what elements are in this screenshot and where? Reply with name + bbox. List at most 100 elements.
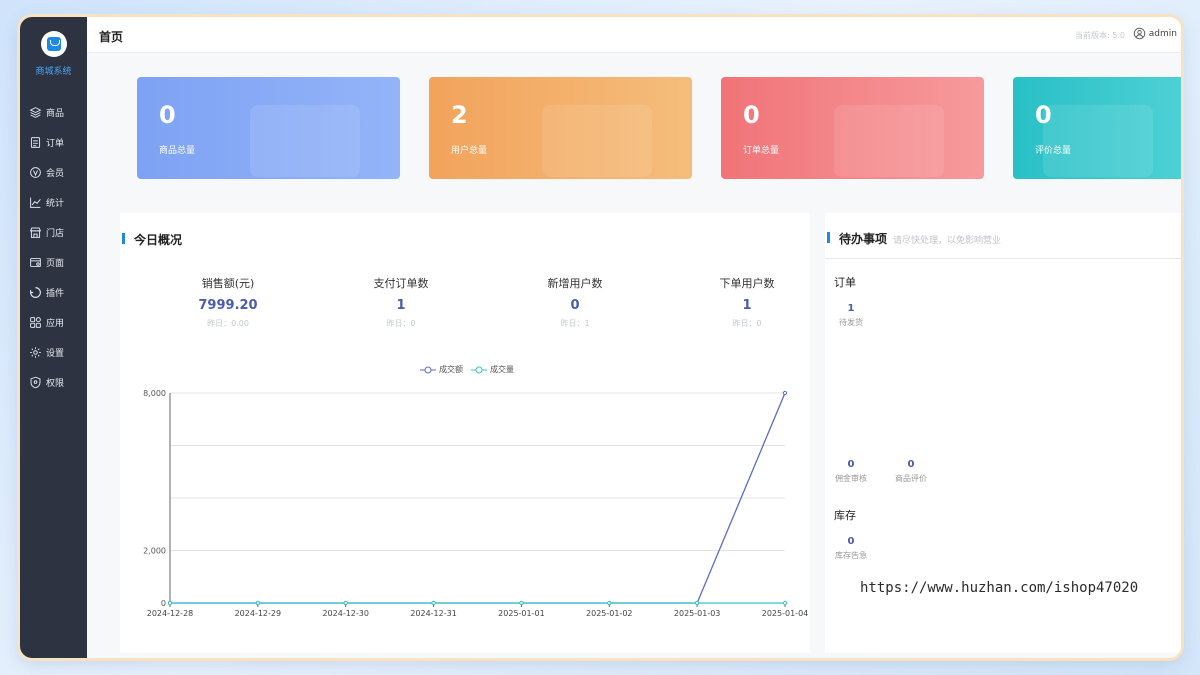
sidebar-item-label: 订单 bbox=[46, 138, 65, 149]
card-decoration bbox=[834, 105, 944, 177]
stat-yesterday: 昨日：0 bbox=[732, 319, 762, 328]
legend-item[interactable]: 成交量 bbox=[471, 364, 514, 375]
today-overview-panel: 今日概况 销售额(元) 7999.20 昨日：0.00 支付订单数 1 昨日：0… bbox=[120, 213, 810, 653]
legend-label: 成交额 bbox=[439, 365, 463, 374]
vip-icon bbox=[30, 166, 41, 178]
data-point bbox=[255, 600, 260, 606]
x-tick-label: 2025-01-01 bbox=[498, 609, 545, 618]
stat-paid-orders: 支付订单数 1 昨日：0 bbox=[321, 275, 481, 329]
topbar: 首页 当前版本: 5.0 admin bbox=[87, 17, 1181, 53]
card-decoration bbox=[1043, 105, 1153, 177]
legend-item[interactable]: 成交额 bbox=[420, 364, 463, 375]
username: admin bbox=[1148, 28, 1177, 39]
stat-value: 1 bbox=[396, 298, 406, 313]
legend-label: 成交量 bbox=[490, 365, 514, 374]
user-icon bbox=[1133, 27, 1146, 40]
stat-title: 下单用户数 bbox=[719, 277, 775, 290]
stat-yesterday: 昨日：0.00 bbox=[207, 319, 249, 328]
sidebar-item-label: 设置 bbox=[46, 348, 65, 359]
legend-line-icon bbox=[420, 366, 436, 373]
todo-item-goods-review[interactable]: 0 商品评价 bbox=[886, 459, 936, 484]
document-icon bbox=[30, 136, 41, 148]
sidebar-item-label: 商品 bbox=[46, 108, 65, 119]
stat-card-reviews[interactable]: 0 评价总量 bbox=[1013, 77, 1181, 179]
sidebar-item-orders[interactable]: 订单 bbox=[20, 127, 87, 157]
version-label: 当前版本: 5.0 bbox=[1075, 31, 1125, 40]
sidebar-item-store[interactable]: 门店 bbox=[20, 217, 87, 247]
data-point bbox=[431, 600, 436, 606]
todo-count: 0 bbox=[847, 536, 855, 547]
stat-value: 7999.20 bbox=[198, 298, 258, 313]
legend-line-icon bbox=[471, 366, 487, 373]
stat-yesterday: 昨日：0 bbox=[386, 319, 416, 328]
main-content: 0 商品总量 2 用户总量 0 订单总量 0 评价总量 今日概况 销售额(元) … bbox=[87, 53, 1181, 658]
card-decoration bbox=[542, 105, 652, 177]
sidebar-item-plugins[interactable]: 插件 bbox=[20, 277, 87, 307]
sidebar-item-label: 统计 bbox=[46, 198, 65, 209]
x-tick-label: 2024-12-28 bbox=[147, 609, 194, 618]
stat-card-users[interactable]: 2 用户总量 bbox=[429, 77, 692, 179]
sidebar-item-label: 权限 bbox=[46, 378, 65, 389]
watermark-url: https://www.huzhan.com/ishop47020 bbox=[860, 580, 1139, 596]
apps-icon bbox=[30, 316, 41, 328]
chart-line-icon bbox=[30, 197, 41, 208]
data-point bbox=[782, 600, 788, 606]
section-title: 今日概况 bbox=[122, 231, 182, 248]
data-point bbox=[343, 600, 348, 606]
sidebar-item-stats[interactable]: 统计 bbox=[20, 187, 87, 217]
sidebar-item-label: 插件 bbox=[46, 288, 65, 299]
data-point bbox=[695, 600, 700, 606]
overview-title: 今日概况 bbox=[134, 233, 183, 247]
y-tick-label: 8,000 bbox=[143, 389, 166, 398]
todo-label: 商品评价 bbox=[895, 474, 927, 483]
stat-card-orders[interactable]: 0 订单总量 bbox=[721, 77, 984, 179]
stat-card-goods[interactable]: 0 商品总量 bbox=[137, 77, 400, 179]
stat-new-users: 新增用户数 0 昨日：1 bbox=[495, 275, 655, 329]
brand[interactable]: 商城系统 bbox=[20, 31, 87, 77]
todo-item-commission-review[interactable]: 0 佣金审核 bbox=[826, 459, 876, 484]
page-title: 首页 bbox=[99, 30, 124, 44]
stat-sales: 销售额(元) 7999.20 昨日：0.00 bbox=[148, 275, 308, 329]
sidebar-item-label: 门店 bbox=[46, 228, 65, 239]
todo-group-stock: 库存 bbox=[834, 509, 856, 522]
card-label: 商品总量 bbox=[159, 146, 196, 156]
y-tick-label: 2,000 bbox=[143, 547, 166, 556]
data-point bbox=[167, 600, 173, 606]
stat-ordering-users: 下单用户数 1 昨日：0 bbox=[667, 275, 827, 329]
x-tick-label: 2025-01-02 bbox=[586, 609, 633, 618]
stat-title: 支付订单数 bbox=[373, 277, 429, 290]
todo-subtitle: 请尽快处理，以免影响营业 bbox=[893, 236, 1002, 246]
sidebar-item-goods[interactable]: 商品 bbox=[20, 97, 87, 127]
todo-item-low-stock[interactable]: 0 库存告急 bbox=[826, 536, 876, 561]
todo-label: 佣金审核 bbox=[835, 474, 867, 483]
trend-chart: 0 2,000 8,000 2024-12-28 2024-12-29 2024-12-3… bbox=[143, 389, 808, 618]
stat-value: 1 bbox=[742, 298, 752, 313]
todo-count: 0 bbox=[847, 459, 855, 470]
card-value: 0 bbox=[1035, 101, 1052, 129]
sidebar-item-members[interactable]: 会员 bbox=[20, 157, 87, 187]
todo-item-pending-shipment[interactable]: 1 待发货 bbox=[826, 303, 876, 328]
x-tick-label: 2025-01-03 bbox=[674, 609, 721, 618]
sidebar-item-permissions[interactable]: 权限 bbox=[20, 367, 87, 397]
gear-icon bbox=[30, 346, 41, 358]
x-tick-label: 2024-12-30 bbox=[322, 609, 369, 618]
sidebar: 商城系统 商品 订单 会员 统计 门店 页面 插件 应用 设置 权限 bbox=[20, 17, 87, 658]
shop-logo-icon bbox=[40, 31, 67, 57]
card-label: 评价总量 bbox=[1035, 146, 1072, 156]
sidebar-item-pages[interactable]: 页面 bbox=[20, 247, 87, 277]
stat-title: 新增用户数 bbox=[547, 277, 603, 290]
user-menu[interactable]: admin bbox=[1133, 27, 1177, 40]
todo-count: 0 bbox=[907, 459, 915, 470]
layers-icon bbox=[29, 106, 42, 118]
card-label: 订单总量 bbox=[743, 146, 780, 156]
todo-label: 库存告急 bbox=[835, 551, 867, 560]
card-label: 用户总量 bbox=[451, 146, 488, 156]
sidebar-item-settings[interactable]: 设置 bbox=[20, 337, 87, 367]
x-tick-label: 2024-12-29 bbox=[235, 609, 282, 618]
sidebar-nav: 商品 订单 会员 统计 门店 页面 插件 应用 设置 权限 bbox=[20, 97, 87, 397]
stat-value: 0 bbox=[570, 298, 580, 313]
sidebar-item-apps[interactable]: 应用 bbox=[20, 307, 87, 337]
y-tick-label: 0 bbox=[161, 599, 166, 608]
todo-group-orders: 订单 bbox=[834, 276, 856, 289]
data-point bbox=[782, 390, 788, 396]
